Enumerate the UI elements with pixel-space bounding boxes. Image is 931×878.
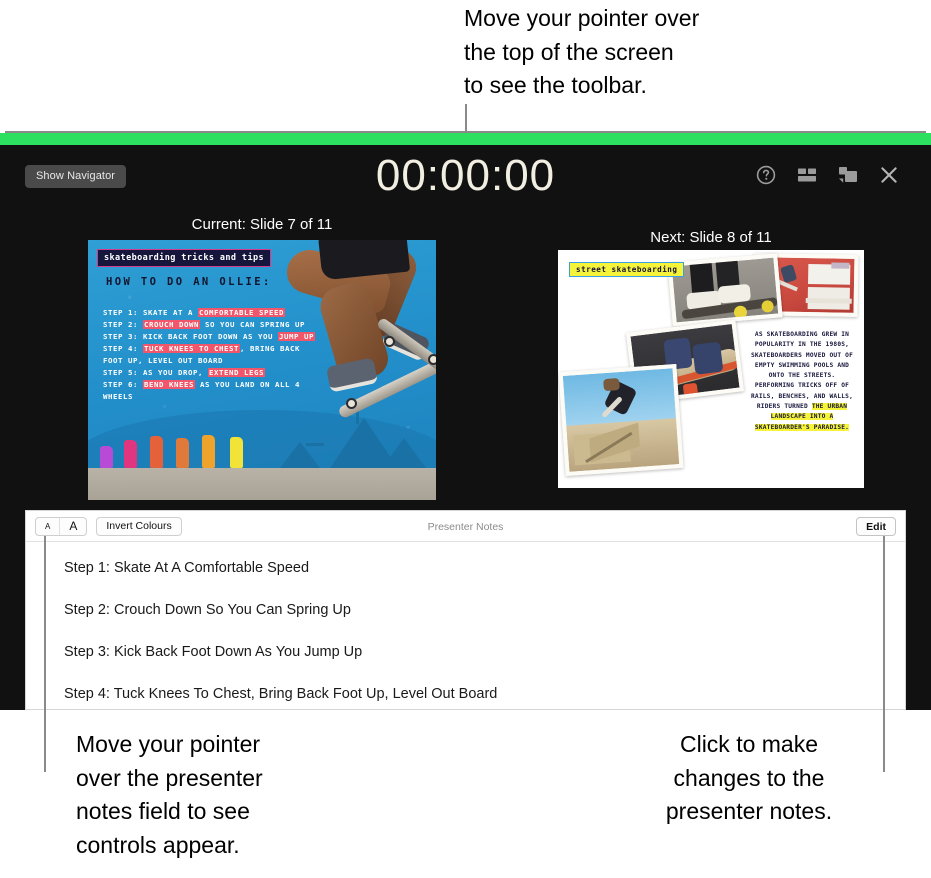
invert-colours-button[interactable]: Invert Colours [96, 516, 182, 536]
slide7-step-line: STEP 6: BEND KNEES AS YOU LAND ON ALL 4 … [103, 379, 318, 403]
slide7-step-line: STEP 3: KICK BACK FOOT DOWN AS YOU JUMP … [103, 331, 318, 343]
next-slide-thumbnail[interactable]: AS SKATEBOARDING GREW IN POPULARITY IN T… [558, 250, 864, 488]
slide7-step-text: KICK BACK FOOT DOWN AS YOU [143, 331, 278, 341]
presenter-note-line: Step 2: Crouch Down So You Can Spring Up [64, 602, 351, 618]
slide8-photo-feet-on-board [667, 253, 783, 327]
slide7-step-highlight: COMFORTABLE SPEED [198, 308, 285, 317]
presenter-note-line: Step 4: Tuck Knees To Chest, Bring Back … [64, 686, 498, 702]
slide7-step-text: SO YOU CAN SPRING UP [200, 319, 305, 329]
help-icon[interactable] [756, 165, 776, 185]
presenter-display-help-screenshot: Move your pointer over the top of the sc… [0, 0, 931, 878]
slide7-step-label: STEP 2: [103, 319, 143, 329]
slide8-photo-ramp-jump [558, 364, 684, 476]
presenter-notes-text[interactable]: Step 1: Skate At A Comfortable Speed Step… [26, 542, 905, 702]
slide7-step-label: STEP 1: [103, 308, 143, 317]
slide8-body-plain: AS SKATEBOARDING GREW IN POPULARITY IN T… [750, 331, 854, 411]
callout-bottom-left-leader [44, 536, 46, 772]
close-icon[interactable] [879, 165, 899, 185]
presenter-toolbar [756, 165, 899, 185]
layout-icon[interactable] [797, 165, 817, 185]
slide7-step-line: STEP 2: CROUCH DOWN SO YOU CAN SPRING UP [103, 319, 318, 331]
slide7-heading: HOW TO DO AN OLLIE: [106, 276, 272, 288]
slide7-step-text: AS YOU DROP, [143, 367, 208, 377]
presenter-note-line: Step 1: Skate At A Comfortable Speed [64, 560, 310, 576]
swap-displays-icon[interactable] [838, 165, 858, 185]
slide7-step-line: STEP 1: SKATE AT A COMFORTABLE SPEED [103, 307, 318, 319]
callout-notes-field: Move your pointer over the presenter not… [76, 731, 263, 858]
slide7-step-highlight: BEND KNEES [143, 379, 195, 389]
presenter-notes-toolbar: A A Invert Colours Presenter Notes Edit [26, 511, 905, 542]
presenter-notes-panel[interactable]: A A Invert Colours Presenter Notes Edit … [25, 510, 906, 710]
slide7-step-line: STEP 5: AS YOU DROP, EXTEND LEGS [103, 367, 318, 379]
callout-top-leader-stem [465, 104, 467, 132]
slide7-step-highlight: TUCK KNEES TO CHEST [143, 343, 240, 353]
next-slide-label: Next: Slide 8 of 11 [650, 229, 772, 246]
presenter-note-line: Step 3: Kick Back Foot Down As You Jump … [64, 644, 363, 660]
slide7-step-label: STEP 5: [103, 367, 143, 377]
callout-top-toolbar: Move your pointer over the top of the sc… [464, 5, 700, 99]
slide7-ground [88, 468, 436, 500]
slide8-body-text: AS SKATEBOARDING GREW IN POPULARITY IN T… [748, 330, 856, 433]
slide7-step-highlight: CROUCH DOWN [143, 319, 200, 329]
current-slide-label: Current: Slide 7 of 11 [191, 216, 333, 233]
slide7-step-label: STEP 4: [103, 343, 143, 353]
callout-edit-notes: Click to make changes to the presenter n… [665, 731, 833, 825]
slide7-step-label: STEP 6: [103, 379, 143, 389]
slide7-step-text: SKATE AT A [143, 308, 198, 317]
text-size-segmented-control[interactable]: A A [35, 516, 88, 536]
slide7-step-highlight: JUMP UP [278, 331, 315, 341]
slide7-step-label: STEP 3: [103, 331, 143, 341]
edit-notes-button[interactable]: Edit [856, 517, 896, 536]
current-slide-thumbnail[interactable]: skateboarding tricks and tips HOW TO DO … [88, 240, 436, 500]
slide7-title-tag: skateboarding tricks and tips [97, 249, 272, 267]
increase-text-size-button[interactable]: A [59, 517, 86, 535]
slide7-step-line: STEP 4: TUCK KNEES TO CHEST, BRING BACK … [103, 343, 318, 367]
screen-top-edge-accent-bar [0, 133, 931, 145]
slide7-step-highlight: EXTEND LEGS [208, 367, 265, 377]
decrease-text-size-button[interactable]: A [36, 518, 59, 535]
slide7-steps-list: STEP 1: SKATE AT A COMFORTABLE SPEED STEP… [103, 307, 318, 403]
slide8-title-tag: street skateboarding [569, 262, 685, 277]
